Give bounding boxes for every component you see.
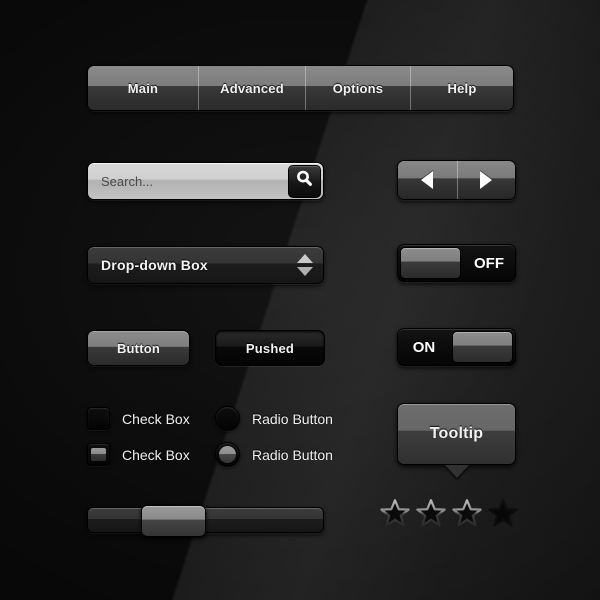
tab-help-label: Help xyxy=(447,80,477,96)
radio-selected-label: Radio Button xyxy=(252,446,333,463)
triangle-left-icon xyxy=(421,171,434,189)
tab-help[interactable]: Help xyxy=(410,66,513,110)
toggle-switch-on[interactable]: ON xyxy=(397,328,516,366)
radio-unselected-label: Radio Button xyxy=(252,410,333,427)
button-pushed[interactable]: Pushed xyxy=(215,330,325,366)
search-icon xyxy=(295,169,314,193)
dropdown-label: Drop-down Box xyxy=(101,257,208,273)
tab-options[interactable]: Options xyxy=(305,66,410,110)
tooltip-tail-icon xyxy=(444,465,469,478)
star-icon-3[interactable] xyxy=(452,498,482,528)
checkbox-checked-label: Check Box xyxy=(122,446,190,463)
range-slider[interactable] xyxy=(87,505,324,537)
tab-options-label: Options xyxy=(332,80,384,96)
slider-handle[interactable] xyxy=(141,505,206,537)
star-icon-4[interactable] xyxy=(488,498,518,528)
star-icon-1[interactable] xyxy=(380,498,410,528)
checkbox-row-unchecked[interactable]: Check Box xyxy=(87,407,190,430)
star-icon-2[interactable] xyxy=(416,498,446,528)
ui-kit-canvas: Main Advanced Options Help Search... Dro… xyxy=(0,0,600,600)
checkbox-checked[interactable] xyxy=(87,443,110,466)
triangle-up-icon[interactable] xyxy=(297,254,313,263)
search-bar xyxy=(87,162,324,200)
toggle-knob[interactable] xyxy=(452,331,513,363)
radio-selected[interactable] xyxy=(215,442,240,467)
toggle-switch-off[interactable]: OFF xyxy=(397,244,516,282)
tooltip-body[interactable]: Tooltip xyxy=(397,403,516,465)
tab-advanced-label: Advanced xyxy=(220,80,284,96)
next-button[interactable] xyxy=(456,161,515,199)
checkbox-unchecked[interactable] xyxy=(87,407,110,430)
search-button[interactable] xyxy=(288,164,321,198)
checkbox-row-checked[interactable]: Check Box xyxy=(87,443,190,466)
arrow-navigation xyxy=(397,160,516,200)
tooltip-label: Tooltip xyxy=(429,425,484,442)
radio-unselected[interactable] xyxy=(215,406,240,431)
button-normal-label: Button xyxy=(116,340,161,356)
radio-row-selected[interactable]: Radio Button xyxy=(215,442,333,467)
button-pushed-label: Pushed xyxy=(245,340,295,356)
triangle-right-icon xyxy=(480,171,493,189)
triangle-down-icon[interactable] xyxy=(297,267,313,276)
dropdown-stepper[interactable] xyxy=(297,254,313,276)
star-rating[interactable] xyxy=(380,498,518,528)
button-normal[interactable]: Button xyxy=(87,330,190,366)
toggle-off-label: OFF xyxy=(474,254,504,272)
tab-main-label: Main xyxy=(127,80,159,96)
tab-main[interactable]: Main xyxy=(88,66,198,110)
previous-button[interactable] xyxy=(398,161,457,199)
toggle-knob[interactable] xyxy=(400,247,461,279)
navigation-tabs: Main Advanced Options Help xyxy=(87,65,514,111)
search-input[interactable] xyxy=(88,163,288,199)
checkbox-unchecked-label: Check Box xyxy=(122,410,190,427)
tooltip: Tooltip xyxy=(397,403,516,478)
radio-row-unselected[interactable]: Radio Button xyxy=(215,406,333,431)
dropdown-box[interactable]: Drop-down Box xyxy=(87,246,324,284)
toggle-on-label: ON xyxy=(412,338,436,356)
tab-advanced[interactable]: Advanced xyxy=(198,66,305,110)
